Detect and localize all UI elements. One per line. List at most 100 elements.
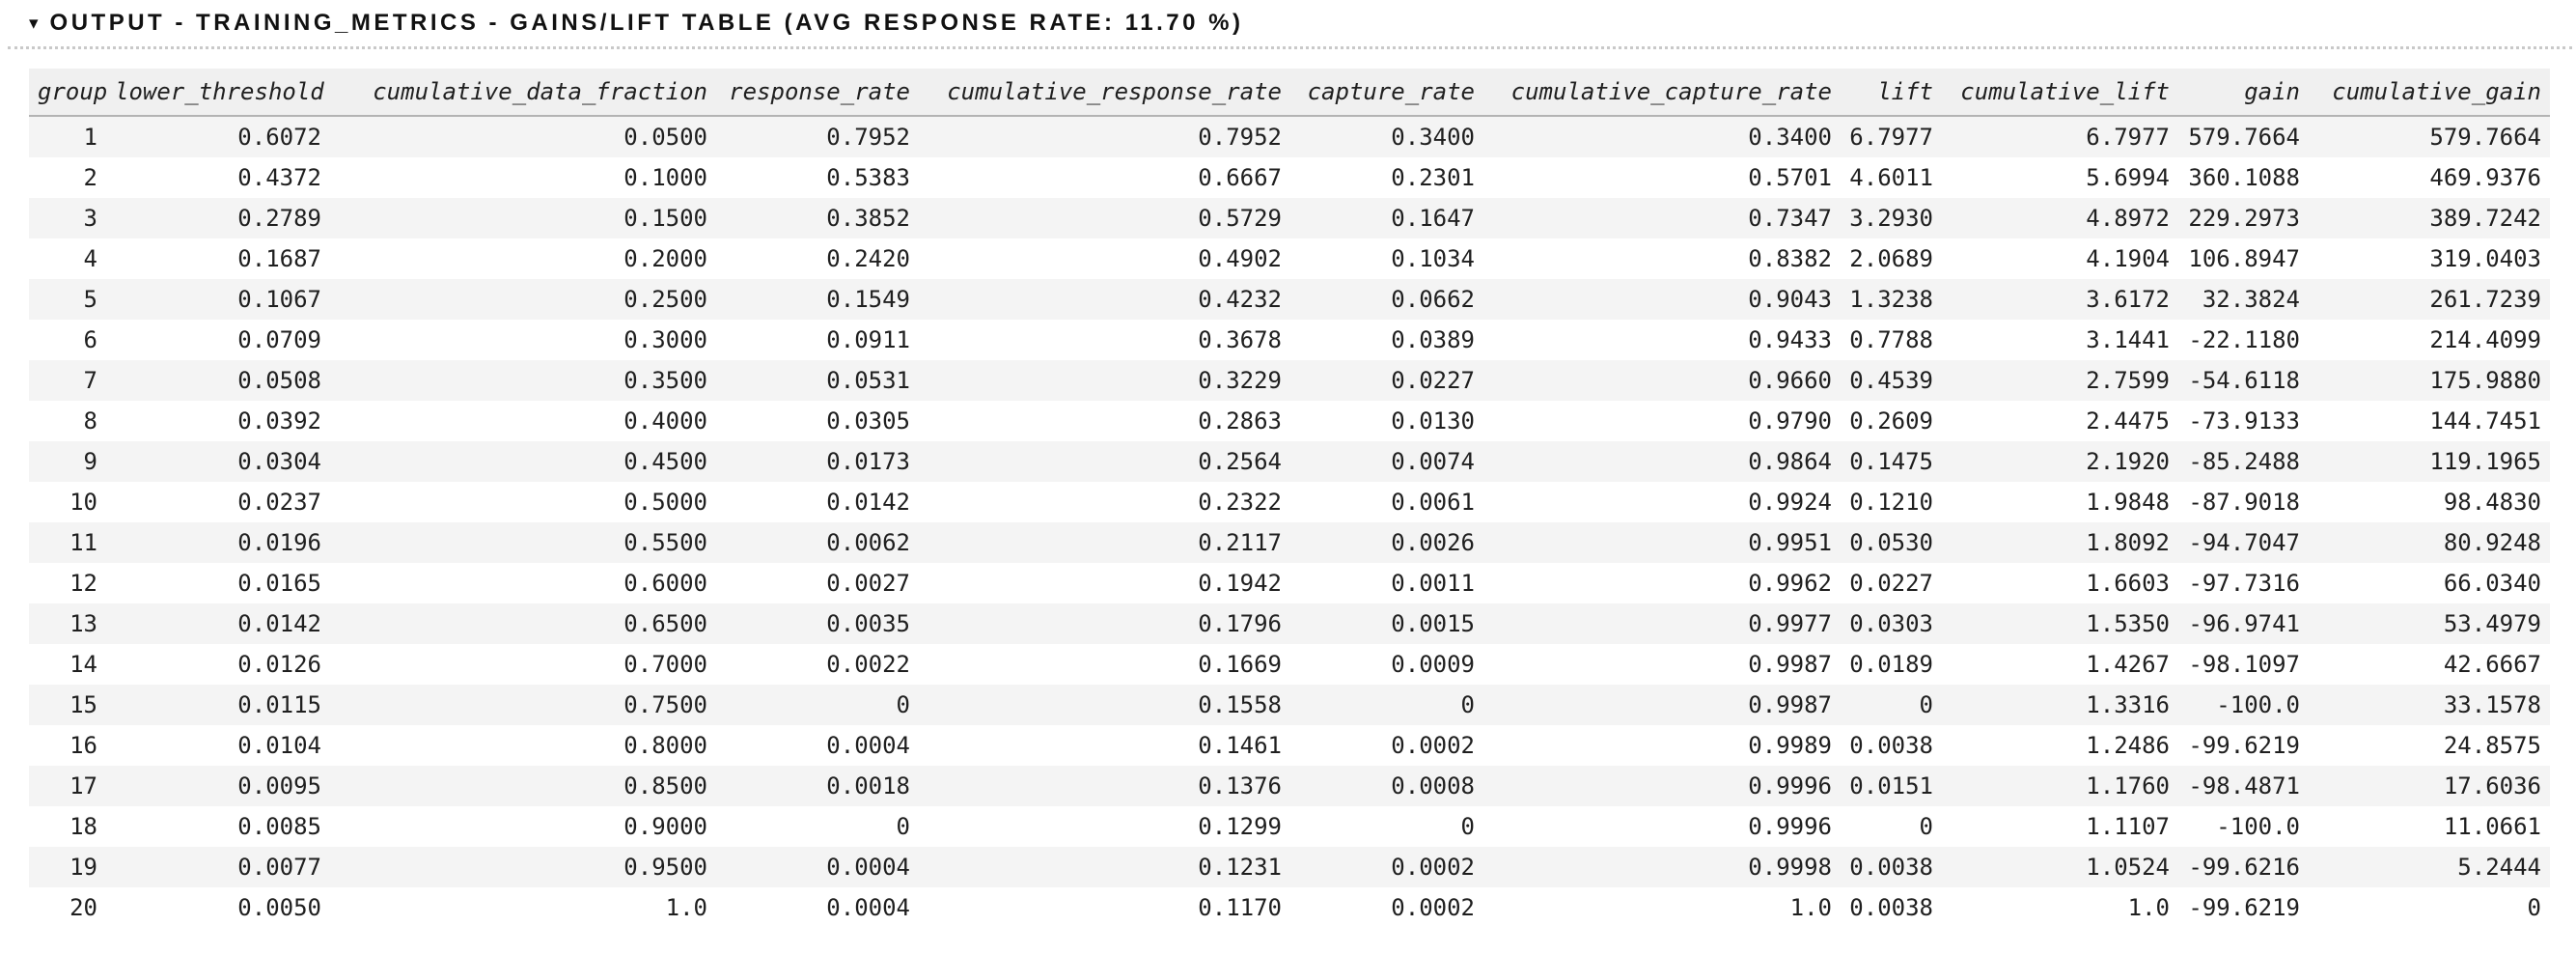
cell-lower_threshold: 0.0392	[106, 401, 330, 441]
cell-gain: -94.7047	[2178, 522, 2309, 563]
cell-cumulative_capture_rate: 0.9962	[1483, 563, 1841, 603]
cell-lift: 0.0530	[1841, 522, 1942, 563]
cell-cumulative_lift: 6.7977	[1942, 116, 2178, 157]
cell-cumulative_data_fraction: 0.3000	[330, 320, 716, 360]
cell-cumulative_data_fraction: 0.8000	[330, 725, 716, 766]
cell-group: 13	[29, 603, 106, 644]
section-title: OUTPUT - TRAINING_METRICS - GAINS/LIFT T…	[50, 10, 1244, 37]
cell-gain: -100.0	[2178, 685, 2309, 725]
cell-cumulative_response_rate: 0.1299	[919, 806, 1290, 847]
column-header-cumulative_capture_rate: cumulative_capture_rate	[1483, 69, 1841, 116]
cell-lower_threshold: 0.0050	[106, 887, 330, 928]
cell-gain: -99.6219	[2178, 887, 2309, 928]
cell-cumulative_response_rate: 0.2564	[919, 441, 1290, 482]
cell-response_rate: 0.0022	[716, 644, 919, 685]
cell-lower_threshold: 0.0104	[106, 725, 330, 766]
cell-cumulative_response_rate: 0.7952	[919, 116, 1290, 157]
table-row: 140.01260.70000.00220.16690.00090.99870.…	[29, 644, 2550, 685]
cell-cumulative_capture_rate: 0.9977	[1483, 603, 1841, 644]
cell-lift: 0.0189	[1841, 644, 1942, 685]
cell-response_rate: 0.0004	[716, 887, 919, 928]
cell-lift: 0.0151	[1841, 766, 1942, 806]
cell-capture_rate: 0.0227	[1290, 360, 1483, 401]
cell-cumulative_lift: 2.1920	[1942, 441, 2178, 482]
section-header-toggle[interactable]: ▾ OUTPUT - TRAINING_METRICS - GAINS/LIFT…	[8, 6, 2572, 49]
cell-cumulative_capture_rate: 0.9660	[1483, 360, 1841, 401]
cell-cumulative_lift: 2.7599	[1942, 360, 2178, 401]
cell-cumulative_capture_rate: 0.7347	[1483, 198, 1841, 238]
cell-cumulative_response_rate: 0.3678	[919, 320, 1290, 360]
cell-cumulative_capture_rate: 1.0	[1483, 887, 1841, 928]
cell-response_rate: 0.0027	[716, 563, 919, 603]
cell-group: 5	[29, 279, 106, 320]
cell-gain: 229.2973	[2178, 198, 2309, 238]
cell-cumulative_data_fraction: 0.0500	[330, 116, 716, 157]
cell-lift: 2.0689	[1841, 238, 1942, 279]
cell-cumulative_capture_rate: 0.9043	[1483, 279, 1841, 320]
cell-lower_threshold: 0.0196	[106, 522, 330, 563]
cell-cumulative_response_rate: 0.3229	[919, 360, 1290, 401]
cell-gain: -85.2488	[2178, 441, 2309, 482]
cell-lift: 0.0038	[1841, 887, 1942, 928]
cell-cumulative_gain: 0	[2309, 887, 2550, 928]
cell-capture_rate: 0.1034	[1290, 238, 1483, 279]
cell-cumulative_lift: 1.3316	[1942, 685, 2178, 725]
table-row: 10.60720.05000.79520.79520.34000.34006.7…	[29, 116, 2550, 157]
cell-cumulative_data_fraction: 0.3500	[330, 360, 716, 401]
cell-cumulative_response_rate: 0.1942	[919, 563, 1290, 603]
table-row: 60.07090.30000.09110.36780.03890.94330.7…	[29, 320, 2550, 360]
cell-capture_rate: 0.0002	[1290, 725, 1483, 766]
cell-cumulative_capture_rate: 0.3400	[1483, 116, 1841, 157]
cell-cumulative_capture_rate: 0.9924	[1483, 482, 1841, 522]
cell-cumulative_response_rate: 0.2117	[919, 522, 1290, 563]
cell-lift: 0.7788	[1841, 320, 1942, 360]
cell-cumulative_response_rate: 0.2322	[919, 482, 1290, 522]
cell-lower_threshold: 0.1687	[106, 238, 330, 279]
cell-cumulative_lift: 1.5350	[1942, 603, 2178, 644]
cell-cumulative_capture_rate: 0.8382	[1483, 238, 1841, 279]
cell-cumulative_gain: 98.4830	[2309, 482, 2550, 522]
cell-cumulative_data_fraction: 0.2000	[330, 238, 716, 279]
cell-capture_rate: 0.0009	[1290, 644, 1483, 685]
cell-group: 11	[29, 522, 106, 563]
triangle-down-icon[interactable]: ▾	[29, 14, 39, 33]
cell-cumulative_capture_rate: 0.9790	[1483, 401, 1841, 441]
cell-cumulative_lift: 3.1441	[1942, 320, 2178, 360]
cell-cumulative_gain: 119.1965	[2309, 441, 2550, 482]
cell-cumulative_data_fraction: 1.0	[330, 887, 716, 928]
cell-cumulative_gain: 17.6036	[2309, 766, 2550, 806]
table-row: 190.00770.95000.00040.12310.00020.99980.…	[29, 847, 2550, 887]
cell-lower_threshold: 0.0237	[106, 482, 330, 522]
cell-capture_rate: 0	[1290, 806, 1483, 847]
cell-group: 18	[29, 806, 106, 847]
cell-response_rate: 0.0062	[716, 522, 919, 563]
cell-cumulative_data_fraction: 0.8500	[330, 766, 716, 806]
column-header-cumulative_gain: cumulative_gain	[2309, 69, 2550, 116]
cell-gain: 32.3824	[2178, 279, 2309, 320]
cell-gain: -100.0	[2178, 806, 2309, 847]
cell-lift: 0.0227	[1841, 563, 1942, 603]
cell-capture_rate: 0	[1290, 685, 1483, 725]
cell-group: 19	[29, 847, 106, 887]
cell-cumulative_gain: 175.9880	[2309, 360, 2550, 401]
table-row: 20.43720.10000.53830.66670.23010.57014.6…	[29, 157, 2550, 198]
cell-cumulative_lift: 1.8092	[1942, 522, 2178, 563]
table-row: 170.00950.85000.00180.13760.00080.99960.…	[29, 766, 2550, 806]
cell-gain: 360.1088	[2178, 157, 2309, 198]
column-header-lift: lift	[1841, 69, 1942, 116]
cell-cumulative_gain: 579.7664	[2309, 116, 2550, 157]
cell-cumulative_gain: 24.8575	[2309, 725, 2550, 766]
cell-response_rate: 0	[716, 685, 919, 725]
column-header-response_rate: response_rate	[716, 69, 919, 116]
cell-cumulative_response_rate: 0.4232	[919, 279, 1290, 320]
cell-cumulative_lift: 1.6603	[1942, 563, 2178, 603]
cell-gain: -96.9741	[2178, 603, 2309, 644]
cell-capture_rate: 0.0074	[1290, 441, 1483, 482]
cell-cumulative_lift: 1.9848	[1942, 482, 2178, 522]
table-row: 30.27890.15000.38520.57290.16470.73473.2…	[29, 198, 2550, 238]
cell-response_rate: 0.0142	[716, 482, 919, 522]
cell-capture_rate: 0.0662	[1290, 279, 1483, 320]
cell-response_rate: 0.0911	[716, 320, 919, 360]
cell-response_rate: 0.0173	[716, 441, 919, 482]
table-row: 150.01150.750000.155800.998701.3316-100.…	[29, 685, 2550, 725]
